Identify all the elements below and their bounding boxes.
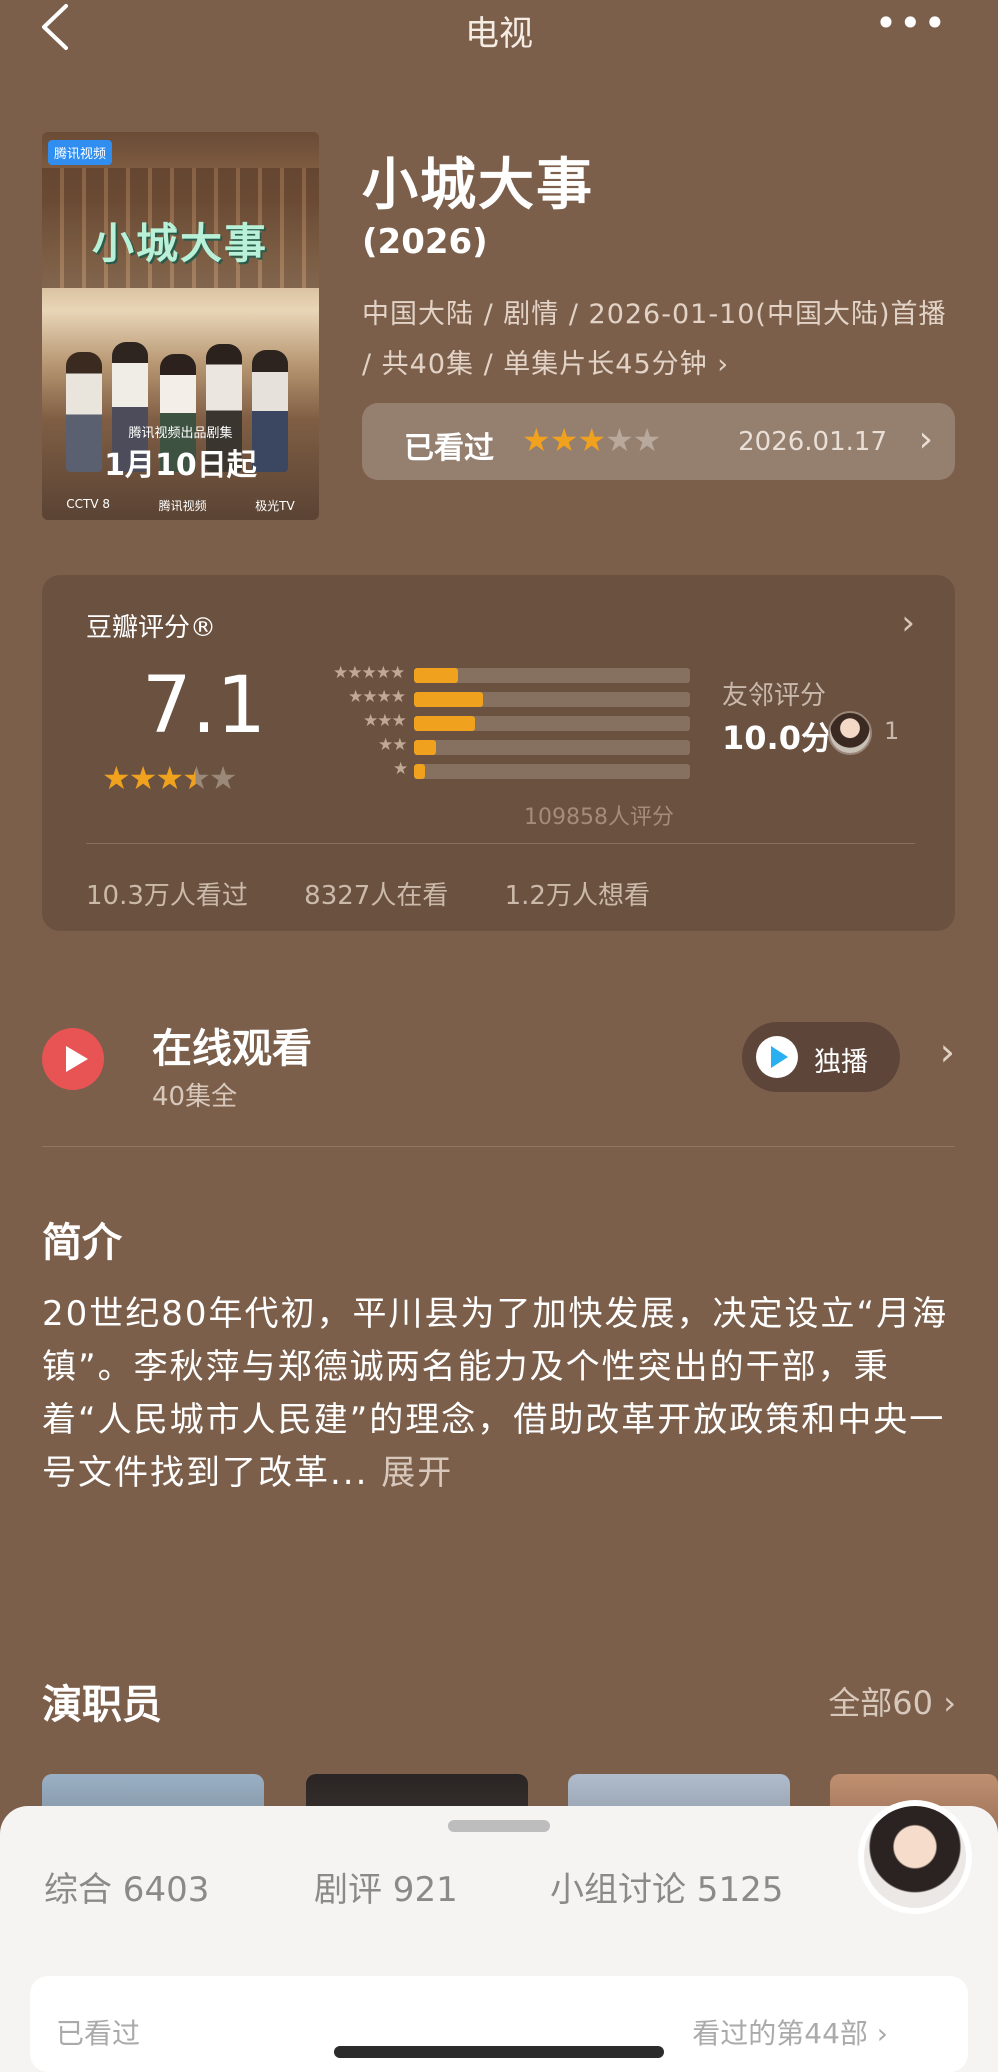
tab-group-discussion[interactable]: 小组讨论 5125: [550, 1862, 783, 1911]
divider: [86, 843, 915, 844]
poster-caption-date: 1月10日起: [104, 448, 257, 483]
rating-stars: ★★★★★: [102, 759, 238, 797]
poster-footer-item: CCTV 8: [66, 497, 111, 511]
star-icon: ★: [208, 759, 238, 797]
star-icon: ★: [182, 759, 211, 797]
page-title: 电视: [465, 14, 533, 54]
cast-all-link[interactable]: 全部60 ›: [828, 1678, 956, 1724]
bottom-sheet[interactable]: 综合 6403 剧评 921 小组讨论 5125 已看过 看过的第44部 ›: [0, 1800, 998, 2072]
poster-image[interactable]: 腾讯视频 小城大事 腾讯视频出品剧集 1月10日起 CCTV 8 腾讯视频 极光…: [42, 132, 319, 520]
online-watch-row[interactable]: 在线观看 40集全 独播 ›: [42, 1000, 955, 1140]
show-meta[interactable]: 中国大陆 / 剧情 / 2026-01-10(中国大陆)首播 / 共40集 / …: [362, 290, 962, 390]
tab-reviews[interactable]: 剧评 921: [314, 1862, 458, 1911]
more-options-icon[interactable]: •••: [875, 4, 948, 42]
rating-bar-row: ★★: [290, 735, 690, 756]
chevron-right-icon: ›: [918, 419, 933, 460]
rating-card[interactable]: 豆瓣评分® › 7.1 ★★★★★ ★★★★★ ★★★★ ★★★ ★★ ★ 109858…: [42, 575, 955, 931]
rating-bar-row: ★★★: [290, 711, 690, 732]
exclusive-label: 独播: [814, 1047, 868, 1078]
user-avatar[interactable]: [858, 1800, 972, 1914]
chevron-right-icon[interactable]: ›: [901, 603, 915, 643]
online-watch-subtitle: 40集全: [152, 1082, 238, 1112]
cast-heading: 演职员: [42, 1682, 162, 1728]
stat-watching[interactable]: 8327人在看: [304, 881, 448, 911]
poster-logo: 小城大事: [92, 219, 269, 268]
top-bar: 电视 •••: [0, 0, 998, 60]
chevron-right-icon: ›: [939, 1030, 955, 1074]
rating-bar-row: ★★★★★: [290, 663, 690, 684]
stat-watched[interactable]: 10.3万人看过: [86, 881, 248, 911]
rating-bar-track: [414, 764, 690, 779]
rating-bar-stars: ★★★: [363, 711, 407, 731]
rating-bar-fill: [414, 716, 475, 731]
rating-bar-stars: ★★★★: [348, 687, 406, 707]
poster-caption-small: 腾讯视频出品剧集: [128, 426, 233, 441]
rating-bar-stars: ★★: [378, 735, 408, 755]
expand-link[interactable]: 展开: [381, 1453, 453, 1493]
watched-summary-label: 已看过: [56, 2017, 141, 2050]
intro-heading: 简介: [42, 1220, 122, 1266]
home-indicator: [334, 2046, 664, 2058]
poster-footer-item: 极光TV: [255, 499, 295, 513]
rating-bar-track: [414, 740, 690, 755]
play-icon: [42, 1028, 104, 1090]
divider: [42, 1146, 955, 1147]
tencent-video-icon: [756, 1036, 798, 1078]
rating-bar-stars: ★: [393, 759, 408, 779]
rating-bar-fill: [414, 764, 426, 779]
watched-status-button[interactable]: 已看过 ★★★★★ 2026.01.17 ›: [362, 403, 955, 480]
rating-count: 109858人评分: [524, 805, 674, 830]
stat-want[interactable]: 1.2万人想看: [505, 881, 650, 911]
watched-date: 2026.01.17: [738, 427, 887, 457]
show-year: (2026): [362, 222, 488, 262]
poster-platform-tag: 腾讯视频: [48, 140, 113, 165]
star-icon: ★: [549, 421, 579, 459]
friends-rating-label: 友邻评分: [722, 681, 827, 711]
rating-bar-fill: [414, 668, 459, 683]
user-rating-stars: ★★★★★: [522, 421, 662, 459]
rating-bar-fill: [414, 740, 437, 755]
star-icon: ★: [577, 421, 606, 459]
rating-label: 豆瓣评分®: [86, 613, 217, 643]
star-icon: ★: [605, 421, 634, 459]
friend-avatar[interactable]: [828, 711, 872, 755]
rating-bar-track: [414, 716, 690, 731]
online-watch-title: 在线观看: [152, 1026, 312, 1072]
exclusive-badge-button[interactable]: 独播: [742, 1022, 900, 1092]
rating-bar-track: [414, 668, 690, 683]
intro-body: 20世纪80年代初，平川县为了加快发展，决定设立“月海镇”。李秋萍与郑德诚两名能…: [42, 1294, 949, 1493]
rating-bar-row: ★: [290, 759, 690, 780]
show-title: 小城大事: [362, 153, 594, 218]
watched-summary-count: 看过的第44部 ›: [692, 2017, 888, 2050]
rating-bar-stars: ★★★★★: [333, 663, 405, 683]
friends-count: 1: [884, 717, 900, 745]
poster-footer-item: 腾讯视频: [158, 499, 207, 513]
star-icon: ★: [155, 759, 184, 797]
rating-bar-fill: [414, 692, 483, 707]
sheet-drag-handle[interactable]: [448, 1820, 550, 1832]
rating-bar-row: ★★★★: [290, 687, 690, 708]
intro-text: 20世纪80年代初，平川县为了加快发展，决定设立“月海镇”。李秋萍与郑德诚两名能…: [42, 1288, 962, 1500]
poster-footer: CCTV 8 腾讯视频 极光TV: [42, 497, 319, 514]
rating-score: 7.1: [142, 661, 267, 751]
tab-overall[interactable]: 综合 6403: [44, 1862, 209, 1911]
friends-rating-score: 10.0分: [722, 719, 833, 757]
watched-label: 已看过: [404, 431, 494, 466]
rating-bar-track: [414, 692, 690, 707]
watch-stats: 10.3万人看过 8327人在看 1.2万人想看: [86, 875, 698, 912]
star-icon: ★: [522, 421, 551, 459]
star-icon: ★: [128, 759, 158, 797]
star-icon: ★: [632, 421, 662, 459]
star-icon: ★: [102, 759, 131, 797]
